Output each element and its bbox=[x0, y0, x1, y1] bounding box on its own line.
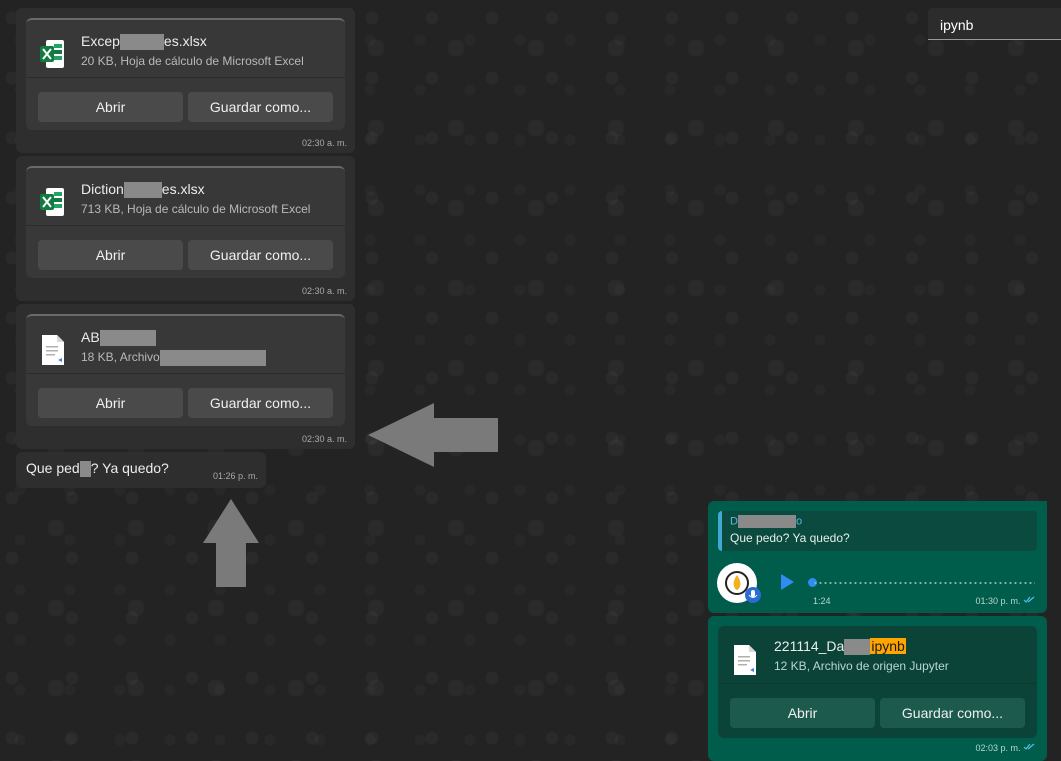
redaction-block bbox=[737, 515, 796, 528]
message-time: 02:30 a. m. bbox=[301, 138, 347, 148]
quoted-message[interactable]: Do Que pedo? Ya quedo? bbox=[718, 511, 1037, 551]
divider bbox=[718, 683, 1037, 684]
redaction-block bbox=[119, 34, 164, 51]
quoted-author: Do bbox=[730, 515, 803, 528]
message-bubble-incoming-text: Que ped? Ya quedo? 01:26 p. m. bbox=[16, 452, 266, 488]
open-button[interactable]: Abrir bbox=[38, 240, 183, 270]
annotation-arrow-up bbox=[203, 499, 259, 587]
redaction-block bbox=[99, 330, 156, 347]
divider bbox=[26, 373, 345, 374]
file-name: Diction es.xlsx bbox=[81, 181, 205, 199]
divider bbox=[26, 77, 345, 78]
read-receipt-icon bbox=[1023, 596, 1035, 603]
excel-icon bbox=[40, 40, 64, 68]
search-input[interactable]: ipynb bbox=[928, 8, 1061, 40]
annotation-arrow-left bbox=[368, 403, 498, 467]
quoted-text: Que pedo? Ya quedo? bbox=[730, 531, 850, 545]
microphone-icon bbox=[745, 587, 761, 603]
redaction-block bbox=[79, 461, 91, 478]
redaction-block bbox=[159, 350, 266, 366]
save-as-button[interactable]: Guardar como... bbox=[188, 92, 333, 122]
open-button[interactable]: Abrir bbox=[38, 388, 183, 418]
document-icon bbox=[42, 335, 64, 365]
read-receipt-icon bbox=[1023, 743, 1035, 750]
document-icon bbox=[734, 645, 756, 675]
search-input-value: ipynb bbox=[940, 17, 974, 33]
message-bubble-outgoing: 221114_Da ipynb 12 KB, Archivo de origen … bbox=[708, 616, 1047, 761]
redaction-block bbox=[844, 639, 871, 656]
file-attachment-card[interactable]: Diction es.xlsx 713 KB, Hoja de cálculo d… bbox=[26, 166, 345, 278]
divider bbox=[26, 225, 345, 226]
file-name: 221114_Da ipynb bbox=[774, 638, 906, 656]
file-attachment-card[interactable]: 221114_Da ipynb 12 KB, Archivo de origen … bbox=[718, 626, 1037, 738]
message-bubble-incoming: AB 18 KB, Archivo Abrir Guardar como... … bbox=[16, 304, 355, 449]
open-button[interactable]: Abrir bbox=[38, 92, 183, 122]
audio-duration: 1:24 bbox=[813, 596, 831, 606]
message-text: Que ped? Ya quedo? bbox=[26, 460, 169, 478]
audio-waveform[interactable] bbox=[813, 582, 1035, 584]
file-name: Excep es.xlsx bbox=[81, 33, 207, 51]
message-time: 02:30 a. m. bbox=[301, 286, 347, 296]
file-meta: 713 KB, Hoja de cálculo de Microsoft Exc… bbox=[81, 202, 311, 216]
message-bubble-outgoing: Do Que pedo? Ya quedo? 1:24 01:30 p. m. bbox=[708, 501, 1047, 613]
file-attachment-card[interactable]: AB 18 KB, Archivo Abrir Guardar como... bbox=[26, 314, 345, 426]
open-button[interactable]: Abrir bbox=[730, 698, 875, 728]
message-time: 02:03 p. m. bbox=[975, 743, 1035, 753]
search-highlight: ipynb bbox=[870, 638, 906, 654]
save-as-button[interactable]: Guardar como... bbox=[188, 388, 333, 418]
file-name: AB bbox=[81, 329, 156, 347]
save-as-button[interactable]: Guardar como... bbox=[188, 240, 333, 270]
play-icon[interactable] bbox=[778, 573, 796, 591]
message-bubble-incoming: Diction es.xlsx 713 KB, Hoja de cálculo d… bbox=[16, 156, 355, 301]
message-time: 01:30 p. m. bbox=[975, 596, 1035, 606]
save-as-button[interactable]: Guardar como... bbox=[880, 698, 1025, 728]
file-meta: 18 KB, Archivo bbox=[81, 350, 266, 366]
message-bubble-incoming: Excep es.xlsx 20 KB, Hoja de cálculo de M… bbox=[16, 8, 355, 153]
file-attachment-card[interactable]: Excep es.xlsx 20 KB, Hoja de cálculo de M… bbox=[26, 18, 345, 130]
excel-icon bbox=[40, 188, 64, 216]
redaction-block bbox=[123, 182, 162, 199]
message-time: 02:30 a. m. bbox=[301, 434, 347, 444]
message-time: 01:26 p. m. bbox=[212, 471, 258, 481]
file-meta: 12 KB, Archivo de origen Jupyter bbox=[774, 659, 949, 673]
file-meta: 20 KB, Hoja de cálculo de Microsoft Exce… bbox=[81, 54, 304, 68]
